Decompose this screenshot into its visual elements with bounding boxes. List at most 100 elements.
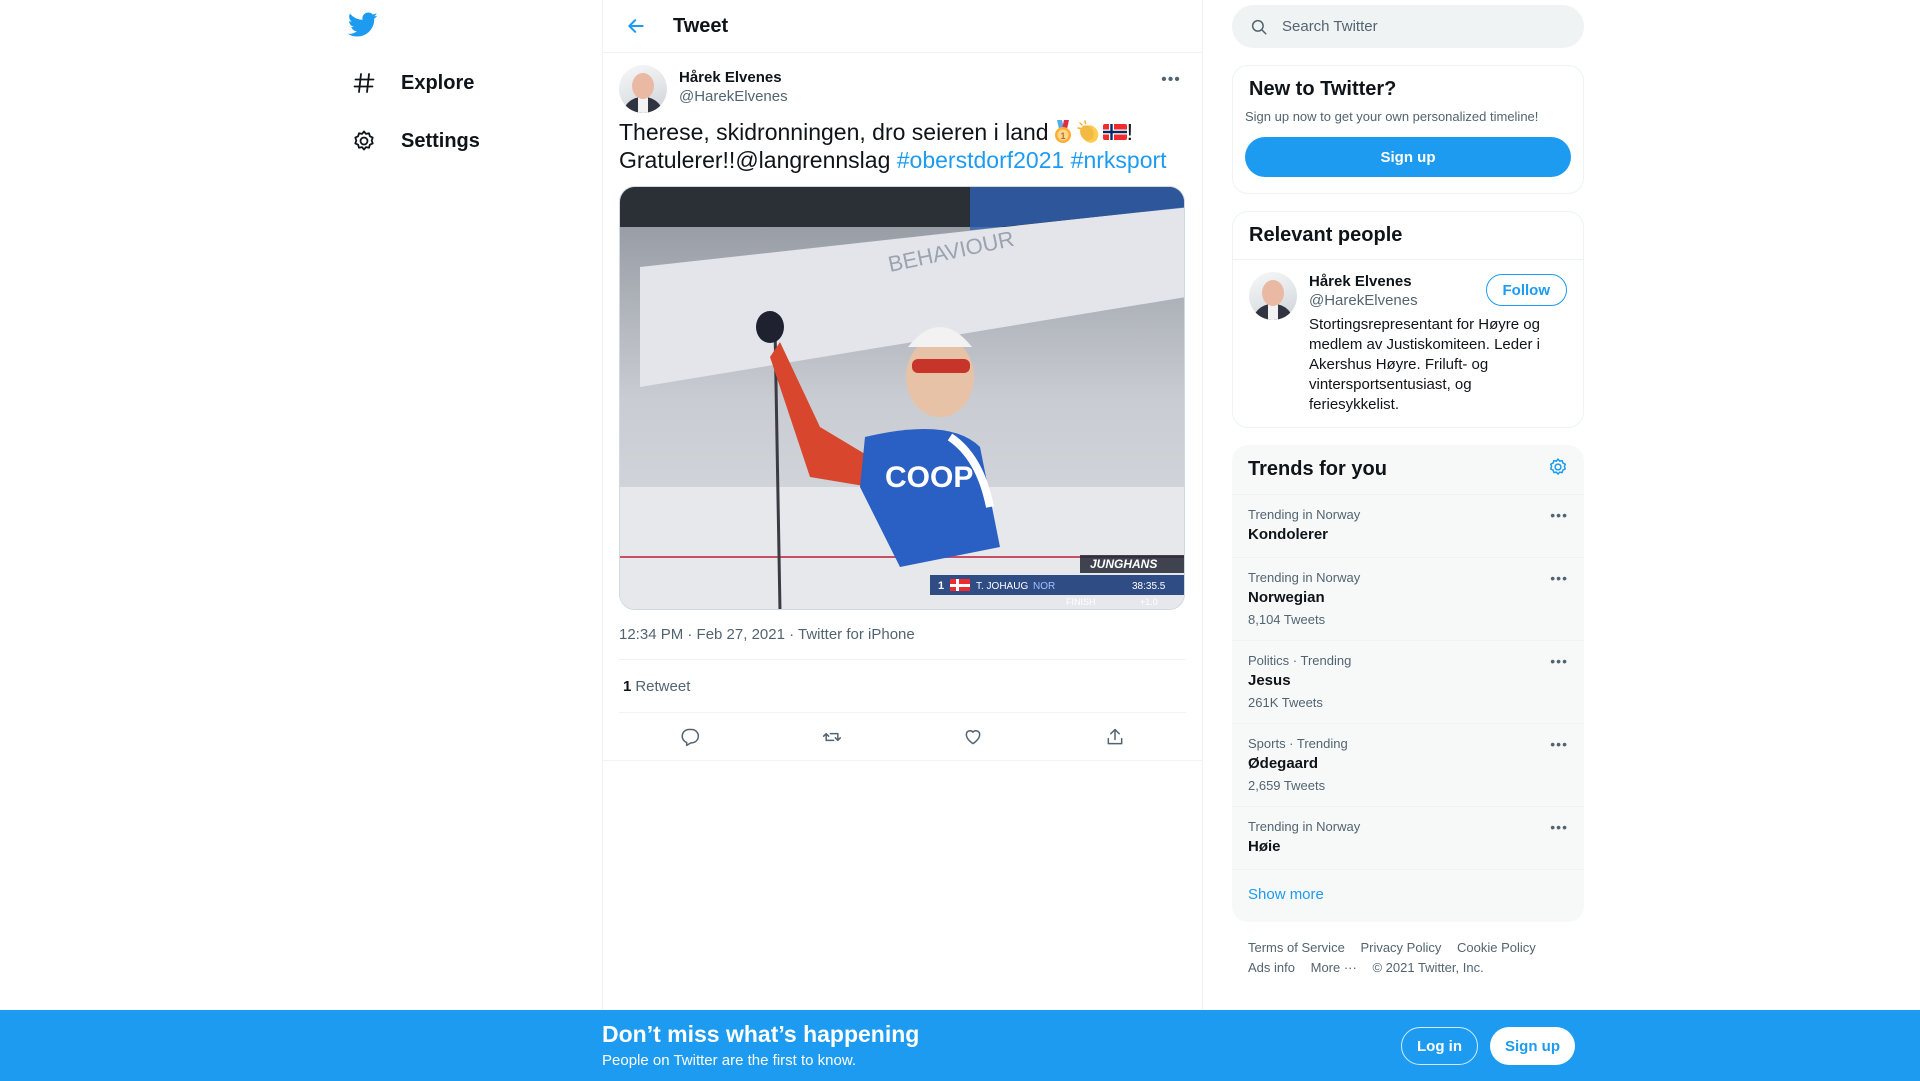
bottom-banner: Don’t miss what’s happening People on Tw… <box>0 1010 1920 1081</box>
author-handle[interactable]: @HarekElvenes <box>679 87 788 107</box>
tweet-text-exclaim: ! <box>1126 119 1133 145</box>
nav-settings-label: Settings <box>401 129 480 152</box>
trend-count: 8,104 Tweets <box>1248 612 1326 627</box>
tweet-text: Therese, skidronningen, dro seieren i la… <box>619 118 1189 174</box>
trend-name: Ødegaard <box>1248 755 1319 772</box>
avatar[interactable] <box>619 65 667 113</box>
footer-link[interactable]: Ads info <box>1248 960 1295 975</box>
hashtag-link[interactable]: #nrksport <box>1071 147 1167 173</box>
nav-explore[interactable]: Explore <box>343 59 482 107</box>
tweet: Hårek Elvenes @HarekElvenes ••• Therese,… <box>603 53 1202 761</box>
tweet-actions <box>603 713 1202 761</box>
caption-country: NOR <box>1033 581 1055 592</box>
footer-more-link[interactable]: More ··· <box>1311 960 1357 975</box>
tweet-photo[interactable]: BEHAVIOUR COOP 1 T. JOHAUG NOR 38:35.5 J… <box>619 186 1185 610</box>
relevant-people-card: Relevant people Hårek Elvenes @HarekElve… <box>1232 211 1584 428</box>
nav-explore-label: Explore <box>401 71 475 94</box>
main-column: Tweet Hårek Elvenes @HarekElvenes ••• Th… <box>602 0 1203 1010</box>
banner-subtitle: People on Twitter are the first to know. <box>602 1052 857 1069</box>
share-icon[interactable] <box>1096 718 1134 756</box>
arrow-left-icon <box>628 19 644 33</box>
trends-header: Trends for you <box>1232 445 1584 495</box>
footer-link[interactable]: Privacy Policy <box>1360 940 1441 955</box>
svg-text:1: 1 <box>1060 131 1065 141</box>
tweet-text-main: Therese, skidronningen, dro seieren i la… <box>619 119 1049 145</box>
person-bio: Stortingsrepresentant for Høyre og medle… <box>1309 316 1540 413</box>
more-icon[interactable]: ••• <box>1158 67 1184 93</box>
more-icon[interactable]: ••• <box>1550 570 1568 586</box>
bib-brand: COOP <box>885 461 973 494</box>
author-name[interactable]: Hårek Elvenes <box>679 68 788 87</box>
hashtag-link[interactable]: #oberstdorf2021 <box>897 147 1065 173</box>
trend-item[interactable]: Trending in Norway Norwegian 8,104 Tweet… <box>1232 558 1584 641</box>
caption-diff: +1.0 <box>1140 597 1158 607</box>
trend-count: 2,659 Tweets <box>1248 778 1326 793</box>
gear-icon <box>351 128 377 154</box>
photo-skier: BEHAVIOUR COOP 1 T. JOHAUG NOR 38:35.5 J… <box>620 187 1184 609</box>
trend-context: Sports · Trending <box>1248 736 1348 751</box>
trend-item[interactable]: Politics · Trending Jesus 261K Tweets ••… <box>1232 641 1584 724</box>
trend-context: Politics · Trending <box>1248 653 1352 668</box>
retweet-icon[interactable] <box>813 718 851 756</box>
trend-item[interactable]: Trending in Norway Kondolerer ••• <box>1232 495 1584 558</box>
trend-count: 261K Tweets <box>1248 695 1323 710</box>
login-button[interactable]: Log in <box>1401 1027 1478 1065</box>
tweet-stats[interactable]: 1 Retweet <box>619 660 1186 713</box>
reply-icon[interactable] <box>671 718 709 756</box>
trend-name: Kondolerer <box>1248 526 1329 543</box>
sidebar-right: Search Twitter New to Twitter? Sign up n… <box>1232 0 1584 978</box>
gold-medal-emoji: 1 <box>1051 120 1075 144</box>
search-input[interactable]: Search Twitter <box>1232 5 1584 48</box>
caption-finish: FINISH <box>1066 597 1096 607</box>
trend-context: Trending in Norway <box>1248 507 1361 522</box>
caption-rank: 1 <box>938 580 944 592</box>
signup-button[interactable]: Sign up <box>1245 137 1571 177</box>
trend-name: Høie <box>1248 838 1281 855</box>
back-button[interactable] <box>619 9 653 43</box>
show-more-link[interactable]: Show more <box>1232 870 1584 922</box>
retweet-count: 1 <box>623 677 632 695</box>
twitter-bird-icon[interactable] <box>347 12 378 38</box>
retweet-label: Retweet <box>635 677 691 695</box>
search-placeholder: Search Twitter <box>1282 18 1378 35</box>
trend-item[interactable]: Trending in Norway Høie ••• <box>1232 807 1584 870</box>
relevant-person[interactable]: Hårek Elvenes @HarekElvenes Stortingsrep… <box>1233 259 1583 427</box>
trend-context: Trending in Norway <box>1248 570 1361 585</box>
banner-title: Don’t miss what’s happening <box>602 1021 920 1047</box>
norway-flag-emoji <box>1102 120 1127 144</box>
trend-name: Norwegian <box>1248 589 1325 606</box>
caption-name: T. JOHAUG <box>976 581 1028 592</box>
new-to-twitter-title: New to Twitter? <box>1249 78 1397 100</box>
more-icon[interactable]: ••• <box>1550 653 1568 669</box>
trends-card: Trends for you Trending in Norway Kondol… <box>1232 445 1584 922</box>
signup-button[interactable]: Sign up <box>1490 1027 1575 1065</box>
tweet-author-row: Hårek Elvenes @HarekElvenes ••• <box>619 53 1186 117</box>
relevant-people-title: Relevant people <box>1249 224 1403 246</box>
page-title: Tweet <box>673 14 729 37</box>
trends-title: Trends for you <box>1248 458 1387 480</box>
more-icon[interactable]: ••• <box>1550 736 1568 752</box>
footer-link[interactable]: Cookie Policy <box>1457 940 1536 955</box>
tweet-text-congrats: Gratulerer!!@langrennslag <box>619 147 897 173</box>
footer-links: Terms of Service Privacy Policy Cookie P… <box>1232 922 1584 978</box>
trend-name: Jesus <box>1248 672 1291 689</box>
new-to-twitter-card: New to Twitter? Sign up now to get your … <box>1232 65 1584 194</box>
trend-item[interactable]: Sports · Trending Ødegaard 2,659 Tweets … <box>1232 724 1584 807</box>
copyright: © 2021 Twitter, Inc. <box>1372 960 1484 975</box>
gear-icon[interactable] <box>1548 457 1568 483</box>
more-icon[interactable]: ••• <box>1550 507 1568 523</box>
caption-time: 38:35.5 <box>1132 581 1166 592</box>
search-icon <box>1251 19 1267 34</box>
footer-link[interactable]: Terms of Service <box>1248 940 1345 955</box>
clapping-hands-emoji <box>1076 120 1101 144</box>
hashtag-icon <box>351 70 377 96</box>
nav-settings[interactable]: Settings <box>343 117 488 165</box>
like-icon[interactable] <box>954 718 992 756</box>
follow-button[interactable]: Follow <box>1485 274 1567 306</box>
tweet-header: Tweet <box>603 0 1202 53</box>
new-to-twitter-subtitle: Sign up now to get your own personalized… <box>1245 109 1539 124</box>
more-icon[interactable]: ••• <box>1550 819 1568 835</box>
avatar[interactable] <box>1249 272 1297 320</box>
caption-sponsor: JUNGHANS <box>1090 557 1157 571</box>
tweet-timestamp[interactable]: 12:34 PM · Feb 27, 2021 · Twitter for iP… <box>619 626 1186 660</box>
